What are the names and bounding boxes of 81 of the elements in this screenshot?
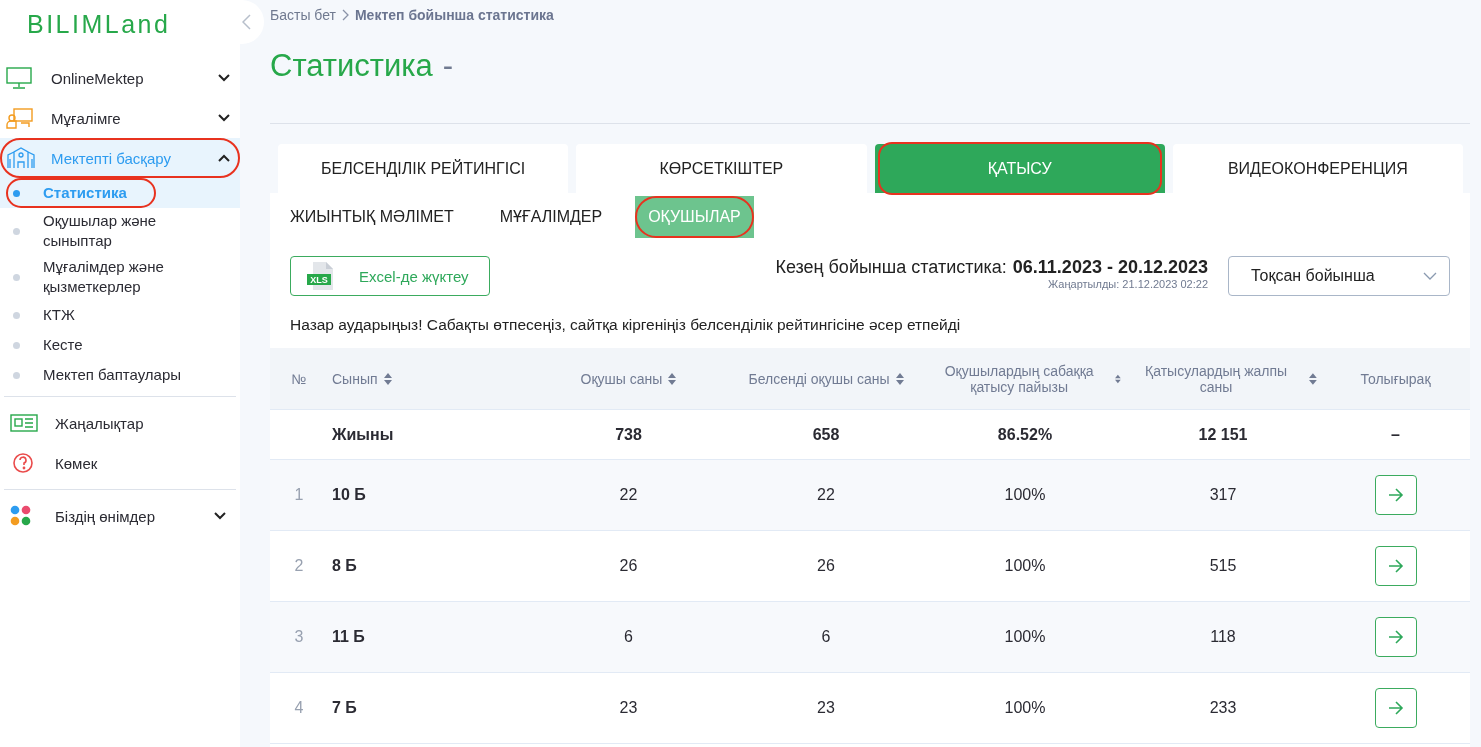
period-range: 06.11.2023 - 20.12.2023	[1012, 257, 1208, 278]
bullet-dot	[13, 341, 20, 349]
table-cell-text: 100%	[1003, 557, 1047, 575]
table-cell-text: 11 Б	[331, 628, 366, 646]
table-cell-text: 515	[1208, 557, 1238, 575]
table-cell-text: 100%	[1003, 486, 1047, 504]
table-cell-text: 100%	[1003, 628, 1047, 646]
table-cell-text: 118	[1209, 628, 1237, 646]
table-cell-text: 8 Б	[331, 557, 358, 575]
tab[interactable]: КӨРСЕТКІШТЕР	[576, 144, 867, 193]
arrow-right-icon	[1387, 559, 1404, 573]
row-number: 1	[293, 486, 305, 504]
title-suffix: -	[442, 48, 454, 85]
subtab[interactable]: МҰҒАЛІМДЕР	[486, 196, 616, 238]
table-cell-text: 6	[820, 628, 832, 646]
sidebar-subitem[interactable]: КТЖ	[0, 300, 240, 330]
table-cell-text: 26	[816, 557, 836, 575]
row-number: 3	[293, 628, 305, 646]
table-cell-text: Жиыны	[331, 425, 395, 444]
details-button[interactable]	[1374, 688, 1417, 728]
sidebar-subitem[interactable]: Оқушылар және сыныптар	[0, 208, 240, 254]
sidebar-subitem[interactable]: Кесте	[0, 330, 240, 360]
table-cell-text: 23	[618, 699, 639, 717]
newspaper-icon	[9, 411, 41, 435]
period-select[interactable]: Тоқсан бойынша	[1228, 256, 1450, 296]
tab[interactable]: БЕЛСЕНДІЛІК РЕЙТИНГІСІ	[278, 144, 569, 193]
table-cell-text: 7 Б	[331, 699, 358, 717]
bullet-dot	[13, 273, 20, 281]
school-icon	[5, 146, 37, 170]
column-header: Толығырақ	[1360, 370, 1431, 387]
arrow-right-icon	[1387, 488, 1404, 502]
sidebar-subitem[interactable]: Мектеп баптаулары	[0, 360, 240, 390]
breadcrumb-link[interactable]: Басты бет	[270, 7, 336, 23]
notice-text: Назар аударыңыз! Сабақты өтпесеңіз, сайтқа кіргеніңіз белсенділік рейтингісіне әсер етпейді	[289, 315, 962, 335]
table-cell-text: 658	[811, 425, 841, 444]
sidebar-item[interactable]: Жаңалықтар	[4, 403, 236, 443]
sidebar-item[interactable]: Мұғалімге	[0, 98, 240, 138]
logo: BILIMLand	[26, 9, 172, 40]
table-cell-text: 22	[816, 486, 836, 504]
table-cell-text: 6	[623, 628, 634, 646]
table-cell-text: 317	[1208, 486, 1238, 504]
period-label: Кезең бойынша статистика:	[775, 257, 1007, 278]
column-header[interactable]: Оқушылардың сабаққа қатысу пайызы	[929, 362, 1110, 395]
bullet-dot	[13, 311, 20, 319]
column-header: №	[291, 370, 307, 387]
arrow-right-icon	[1387, 630, 1404, 644]
sidebar-item[interactable]: Біздің өнімдер	[4, 496, 236, 536]
details-button[interactable]	[1374, 475, 1417, 515]
column-header[interactable]: Белсенді оқушы саны	[748, 370, 890, 387]
table-cell-text: 233	[1208, 699, 1238, 717]
chevron-down-icon	[1423, 272, 1437, 280]
details-button[interactable]	[1374, 546, 1417, 586]
chevron-left-icon	[241, 14, 251, 30]
row-number: 4	[293, 699, 305, 717]
breadcrumb-current: Мектеп бойынша статистика	[354, 7, 554, 23]
table-cell-text: 738	[614, 425, 643, 444]
details-button[interactable]	[1374, 617, 1417, 657]
column-header[interactable]: Сынып	[332, 370, 378, 387]
table-cell-text: 100%	[1003, 699, 1047, 717]
sidebar-subitem[interactable]: Мұғалімдер және қызметкерлер	[0, 254, 240, 300]
subtab[interactable]: ЖИЫНТЫҚ МӘЛІМЕТ	[290, 196, 467, 238]
page-title: Статистика	[270, 48, 433, 85]
table-cell-text: –	[1390, 425, 1401, 444]
table-cell-text: 10 Б	[331, 486, 367, 504]
column-header[interactable]: Оқушы саны	[580, 370, 663, 387]
column-header[interactable]: Қатысулардың жалпы саны	[1129, 362, 1304, 395]
table-cell-text: 22	[618, 486, 639, 504]
sidebar-item[interactable]: OnlineMektep	[0, 58, 240, 98]
arrow-right-icon	[1387, 701, 1404, 715]
table-cell-text: 23	[816, 699, 836, 717]
bullet-dot	[13, 227, 20, 235]
table-cell-text: 26	[618, 557, 639, 575]
table-cell-text: 86.52%	[996, 425, 1054, 444]
tab[interactable]: ВИДЕОКОНФЕРЕНЦИЯ	[1172, 144, 1463, 193]
row-number: 2	[293, 557, 305, 575]
bullet-dot	[13, 371, 20, 379]
chevron-right-icon	[341, 9, 349, 21]
bullet-dot	[13, 189, 20, 197]
table-cell-text: 12 151	[1197, 425, 1249, 444]
sidebar-item[interactable]: Көмек	[4, 443, 236, 483]
updated-time: Жаңартылды: 21.12.2023 02:22	[1048, 278, 1208, 290]
